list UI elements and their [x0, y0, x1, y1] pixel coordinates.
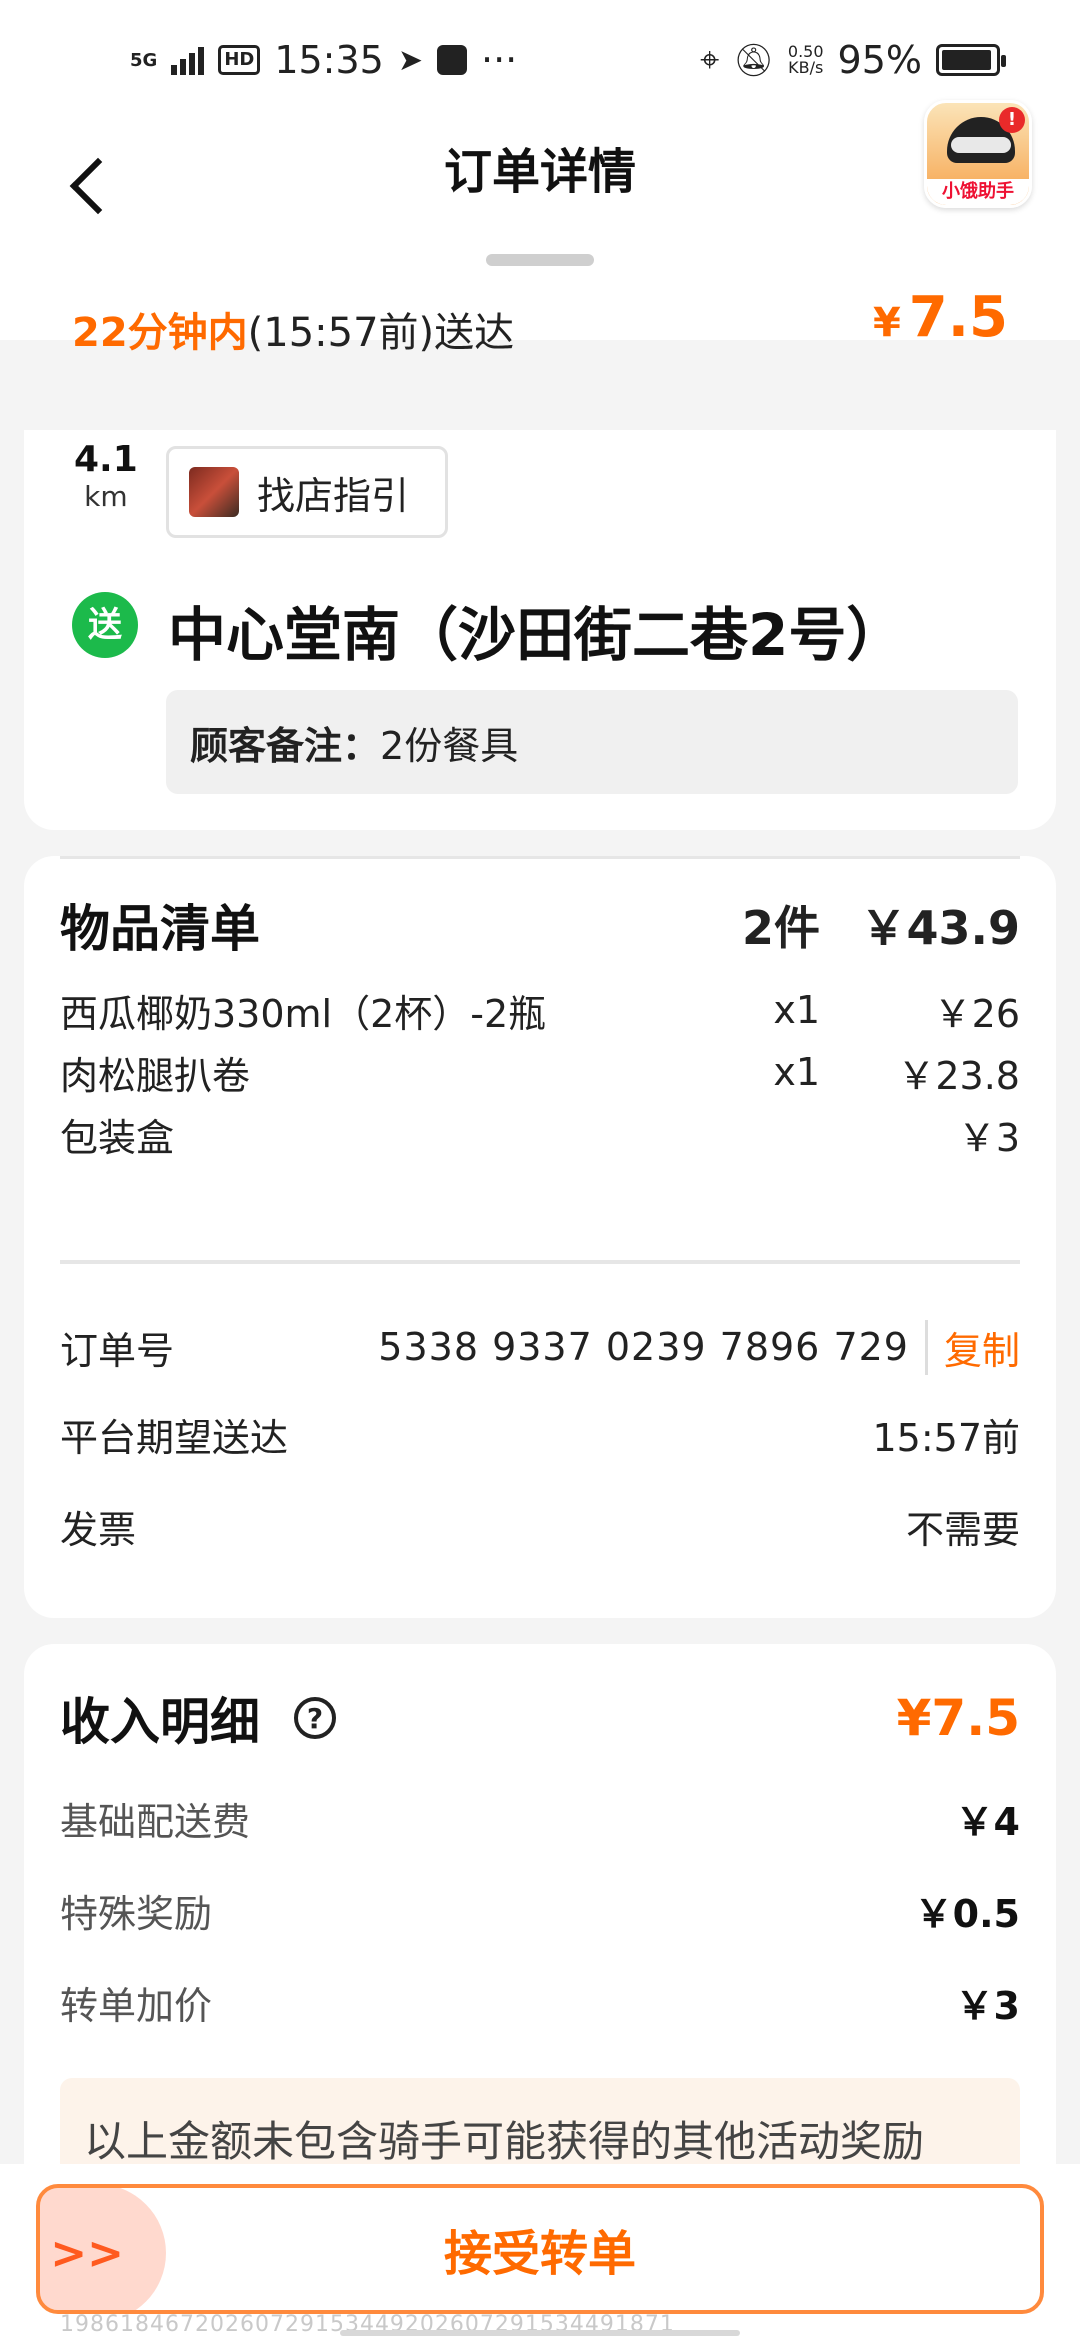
- store-photo: [189, 467, 239, 517]
- list-item: 包装盒 ￥3: [60, 1104, 1020, 1164]
- network-label: 5G: [130, 49, 158, 71]
- item-name: 包装盒: [60, 1115, 175, 1160]
- list-item: 肉松腿扒卷 x1 ￥23.8: [60, 1042, 1020, 1102]
- income-label: 转单加价: [60, 1983, 213, 2028]
- distance-value: 4.1: [74, 439, 138, 480]
- income-label: 特殊奖励: [60, 1891, 213, 1936]
- item-qty: x1: [773, 1050, 820, 1094]
- status-right: ⌖ 🔕︎ 0.50 KB/s 95%: [700, 38, 1006, 82]
- fee-currency: ¥: [872, 300, 901, 346]
- income-value: ￥4: [955, 1799, 1020, 1844]
- item-price: ￥26: [933, 991, 1020, 1036]
- help-icon[interactable]: ?: [294, 1697, 336, 1739]
- customer-note: 顾客备注： 2份餐具: [166, 690, 1018, 794]
- items-card: 物品清单 2件 ￥43.9 西瓜椰奶330ml（2杯）-2瓶 x1 ￥26 肉松…: [24, 856, 1056, 1618]
- network-speed: 0.50 KB/s: [788, 44, 824, 76]
- assistant-visor: [951, 137, 1011, 153]
- list-item: 西瓜椰奶330ml（2杯）-2瓶 x1 ￥26: [60, 980, 1020, 1040]
- section-divider: [60, 1260, 1020, 1264]
- mute-icon: 🔕︎: [733, 41, 774, 79]
- items-header: 物品清单 2件 ￥43.9: [60, 882, 1020, 968]
- eta-row: 22分钟内(15:57前)送达: [72, 300, 514, 358]
- deliver-badge: 送: [72, 592, 138, 658]
- note-label: 顾客备注：: [190, 723, 381, 768]
- note-value: 2份餐具: [380, 723, 519, 768]
- income-card: 收入明细 ? ¥7.5 基础配送费 ￥4 特殊奖励 ￥0.5 转单加价 ￥3 以…: [24, 1644, 1056, 2198]
- bottom-action-bar: >> 接受转单 19861846720260729153449202607291…: [0, 2164, 1080, 2340]
- income-row: 转单加价 ￥3: [60, 1972, 1020, 2032]
- income-row: 特殊奖励 ￥0.5: [60, 1880, 1020, 1940]
- battery-icon: [936, 44, 1006, 76]
- invoice-label: 发票: [60, 1507, 137, 1552]
- eta-minutes: 22分钟内: [72, 310, 248, 356]
- more-icon: ···: [480, 38, 518, 82]
- order-number-row: 订单号 5338 9337 0239 7896 729 复制: [60, 1312, 1020, 1382]
- fee-amount: 7.5: [908, 285, 1008, 350]
- speed-unit: KB/s: [788, 58, 824, 77]
- home-indicator[interactable]: [340, 2330, 740, 2336]
- income-total: ¥7.5: [896, 1689, 1020, 1747]
- copy-button[interactable]: 复制: [924, 1319, 1020, 1375]
- message-icon: [436, 45, 467, 75]
- store-guide-label: 找店指引: [257, 473, 410, 518]
- income-title: 收入明细: [60, 1693, 260, 1751]
- status-left: 5G HD 15:35 ➤ ···: [130, 38, 517, 82]
- notification-badge: !: [999, 107, 1025, 133]
- distance-unit: km: [84, 480, 128, 513]
- order-number: 5338 9337 0239 7896 729: [378, 1325, 909, 1369]
- expected-time-row: 平台期望送达 15:57前: [60, 1404, 1020, 1464]
- item-price: ￥3: [957, 1115, 1020, 1160]
- item-name: 肉松腿扒卷: [60, 1053, 251, 1098]
- accept-transfer-button[interactable]: >> 接受转单: [36, 2184, 1044, 2314]
- accept-transfer-label: 接受转单: [443, 2226, 636, 2282]
- item-qty: x1: [773, 988, 820, 1032]
- order-number-label: 订单号: [60, 1328, 175, 1373]
- delivery-address: 中心堂南（沙田街二巷2号）: [168, 601, 905, 669]
- divider: [60, 856, 1020, 859]
- eta-deadline: (15:57前)送达: [247, 310, 515, 356]
- expected-time-label: 平台期望送达: [60, 1415, 289, 1460]
- store-distance: 4.1 km: [74, 440, 138, 514]
- invoice-row: 发票 不需要: [60, 1496, 1020, 1556]
- swipe-arrows-icon[interactable]: >>: [40, 2188, 166, 2310]
- delivery-card: 4.1 km 找店指引 送 中心堂南（沙田街二巷2号） 顾客备注： 2份餐具: [24, 430, 1056, 830]
- location-icon: ⌖: [700, 40, 720, 80]
- item-name: 西瓜椰奶330ml（2杯）-2瓶: [60, 991, 547, 1036]
- invoice-value: 不需要: [905, 1507, 1020, 1552]
- item-price: ￥23.8: [897, 1053, 1020, 1098]
- income-value: ￥3: [955, 1983, 1020, 2028]
- items-count: 2件: [741, 901, 820, 955]
- items-title: 物品清单: [60, 900, 260, 958]
- income-label: 基础配送费: [60, 1799, 251, 1844]
- order-fee: ¥7.5: [873, 285, 1008, 350]
- battery-percent: 95%: [837, 38, 922, 82]
- income-header: 收入明细 ? ¥7.5: [60, 1678, 1020, 1758]
- hd-icon: HD: [218, 45, 261, 75]
- assistant-label: 小饿助手: [927, 179, 1029, 205]
- page-title: 订单详情: [443, 144, 636, 200]
- status-time: 15:35: [274, 38, 384, 82]
- assistant-button[interactable]: ! 小饿助手: [924, 100, 1032, 208]
- store-guide-button[interactable]: 找店指引: [166, 446, 448, 538]
- status-bar: 5G HD 15:35 ➤ ··· ⌖ 🔕︎ 0.50 KB/s 95%: [0, 0, 1080, 120]
- income-row: 基础配送费 ￥4: [60, 1788, 1020, 1848]
- sheet-drag-handle[interactable]: [486, 254, 594, 266]
- expected-time-value: 15:57前: [872, 1415, 1020, 1460]
- telegram-icon: ➤: [397, 42, 423, 78]
- signal-icon: [171, 45, 205, 75]
- income-value: ￥0.5: [914, 1891, 1020, 1936]
- items-total: ￥43.9: [860, 901, 1021, 955]
